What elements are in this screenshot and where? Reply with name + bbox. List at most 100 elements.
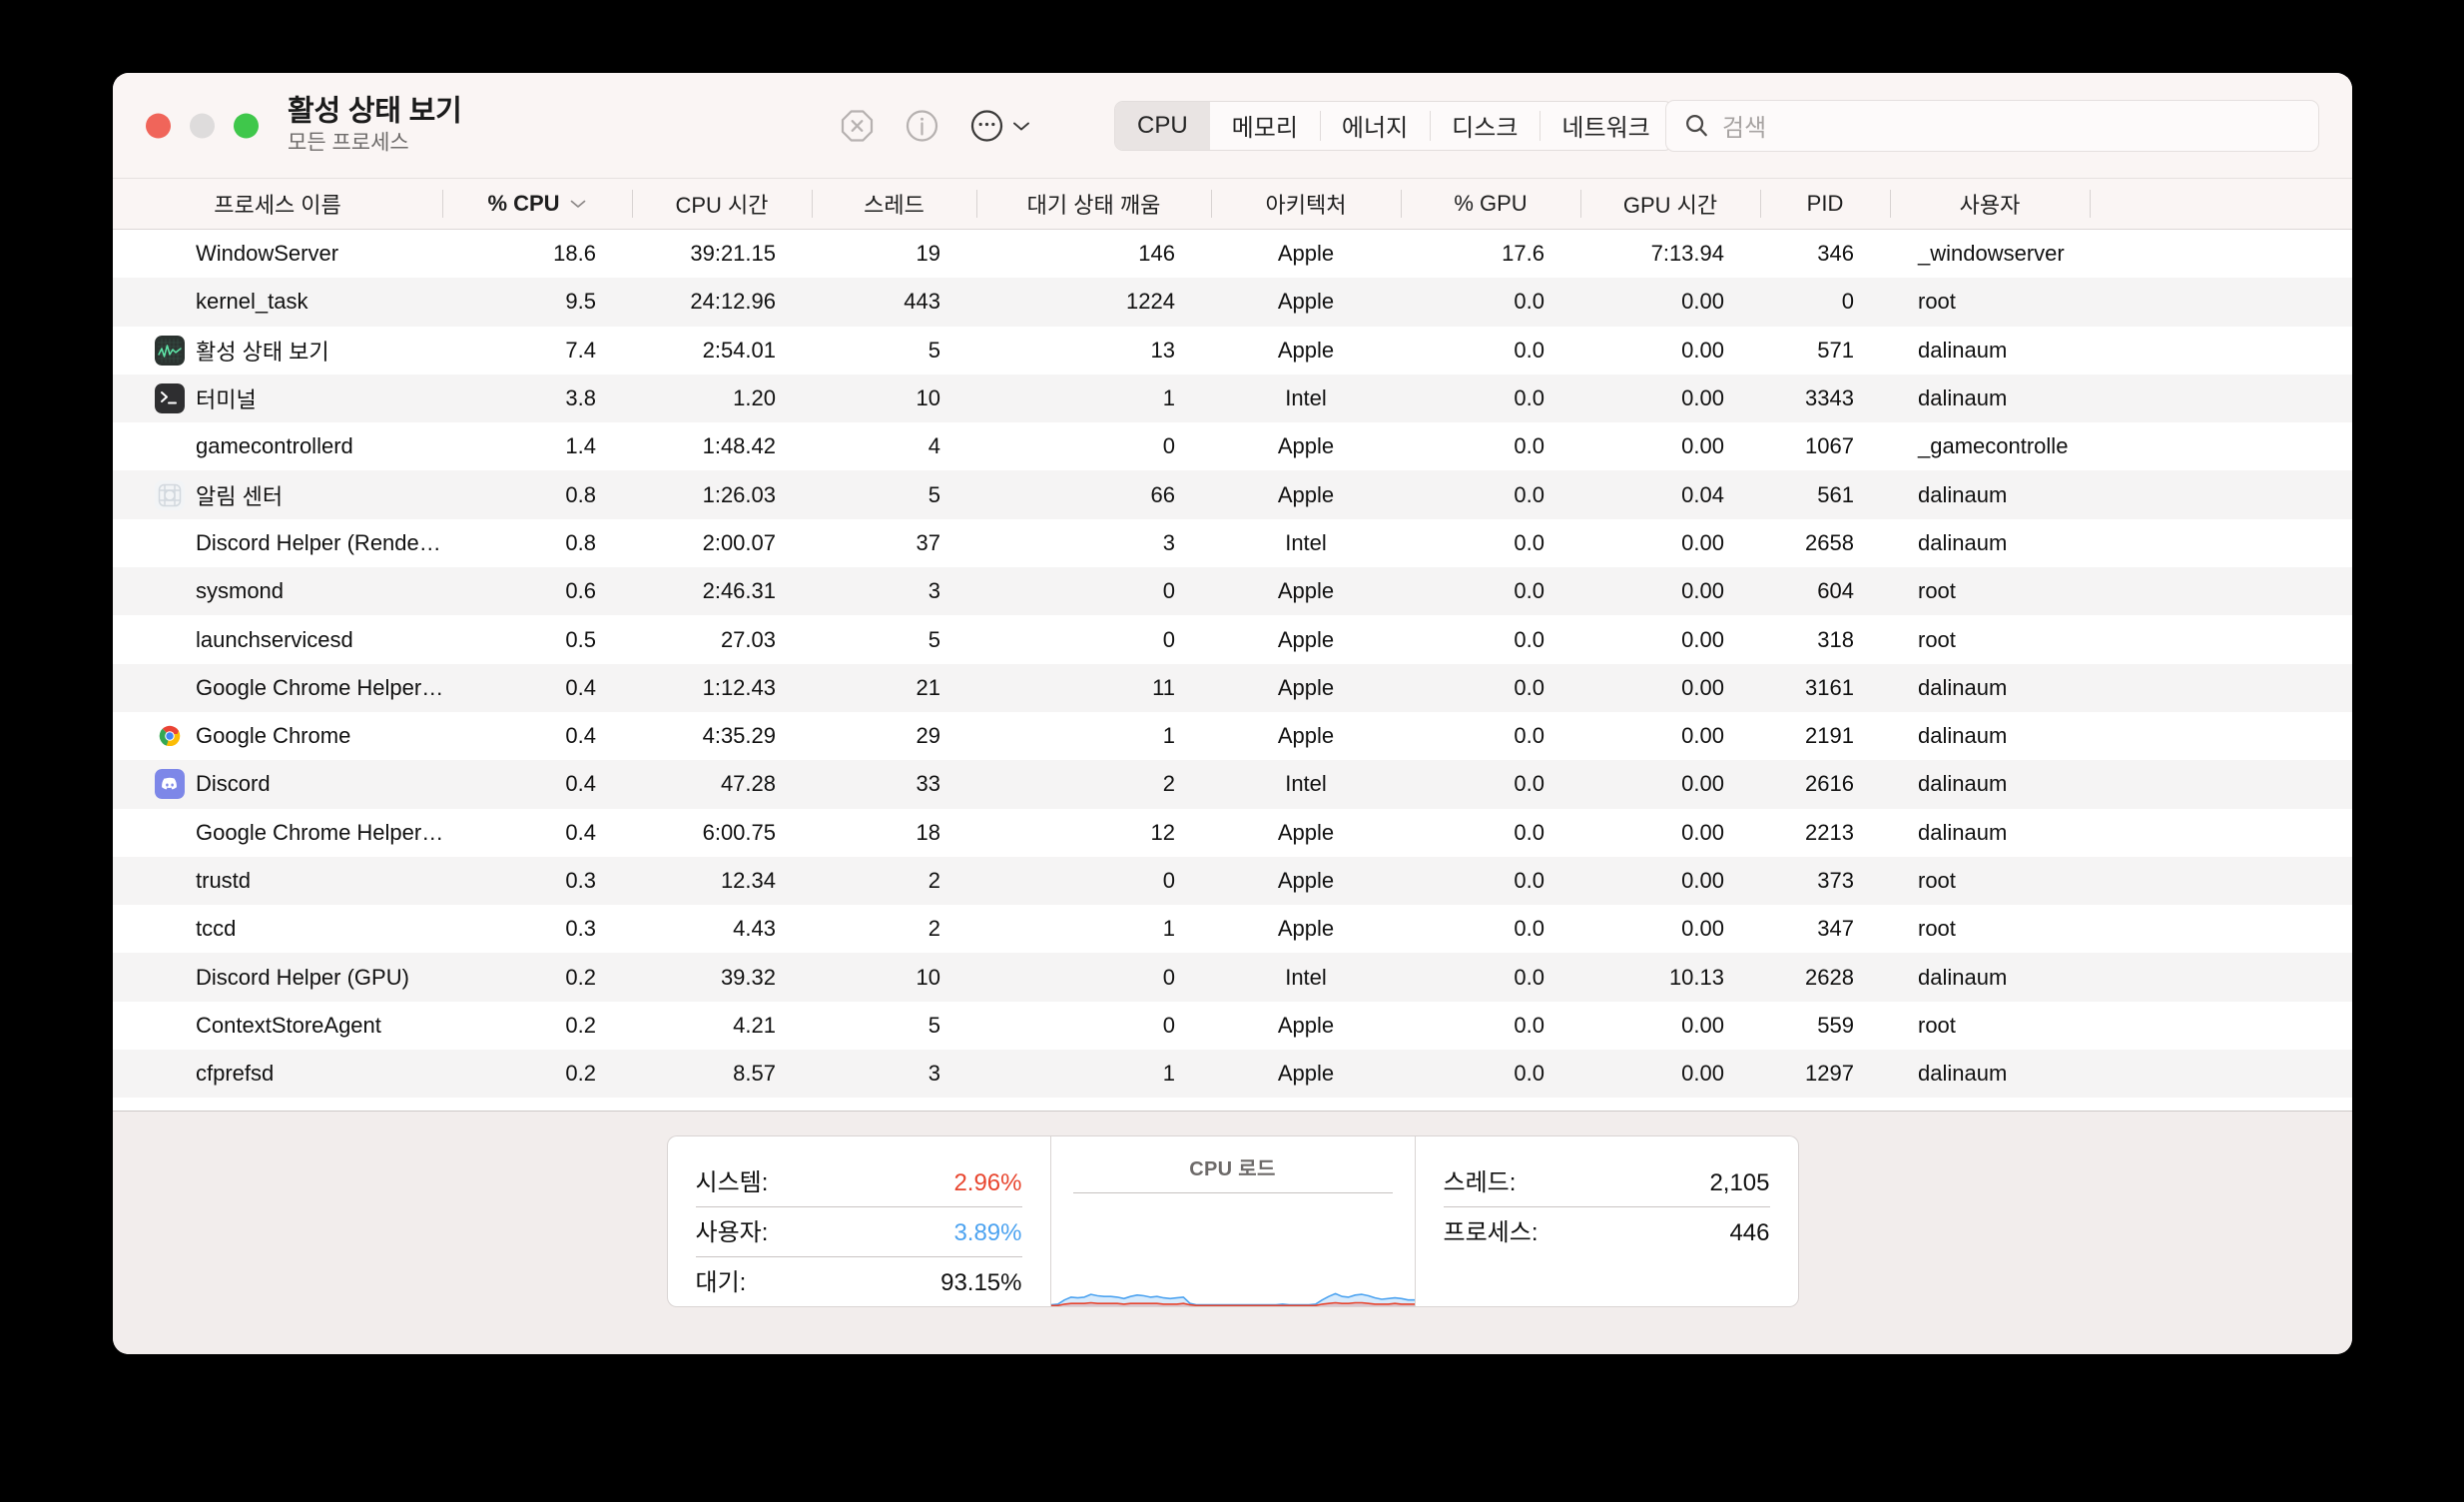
cell-idle-wakeups: 11 bbox=[1152, 674, 1175, 700]
process-name-label: launchservicesd bbox=[196, 626, 353, 652]
cell-gpu-time: 0.00 bbox=[1681, 289, 1724, 315]
cell-idle-wakeups: 66 bbox=[1150, 481, 1175, 507]
icon-placeholder bbox=[155, 287, 185, 317]
cell-cpu-percent: 0.3 bbox=[565, 868, 596, 893]
cell-idle-wakeups: 0 bbox=[1162, 433, 1175, 459]
cell-gpu-time: 0.00 bbox=[1681, 916, 1724, 942]
maximize-window-button[interactable] bbox=[234, 113, 259, 138]
cell-process-name: ContextStoreAgent bbox=[113, 1002, 442, 1050]
cell-cpu-time: 1:48.42 bbox=[702, 433, 776, 459]
tab-cpu[interactable]: CPU bbox=[1115, 101, 1210, 150]
search-field[interactable]: 검색 bbox=[1665, 99, 2319, 152]
table-row[interactable]: Google Chrome Helper… 0.4 6:00.75 18 12 Apple… bbox=[113, 809, 2352, 857]
stat-value-idle: 93.15% bbox=[940, 1269, 1022, 1296]
cell-gpu-time: 0.00 bbox=[1681, 626, 1724, 652]
table-row[interactable]: launchservicesd 0.5 27.03 5 0 Apple 0.0 0.00 318… bbox=[113, 615, 2352, 663]
table-row[interactable]: WindowServer 18.6 39:21.15 19 146 Apple 17.6 7:… bbox=[113, 230, 2352, 278]
cell-gpu-percent: 0.0 bbox=[1514, 1061, 1544, 1087]
cell-cpu-percent: 3.8 bbox=[565, 385, 596, 411]
column-header-gpu[interactable]: % GPU bbox=[1401, 179, 1580, 229]
cell-threads: 5 bbox=[927, 626, 940, 652]
cell-architecture: Intel bbox=[1285, 385, 1327, 411]
cell-architecture: Apple bbox=[1277, 868, 1335, 893]
cell-cpu-percent: 7.4 bbox=[565, 337, 596, 363]
table-row[interactable]: Google Chrome Helper… 0.4 1:12.43 21 11 Apple… bbox=[113, 663, 2352, 712]
cell-pid: 1297 bbox=[1805, 1061, 1854, 1087]
table-row[interactable]: cfprefsd 0.2 8.57 3 1 Apple 0.0 0.00 1297 dalinau… bbox=[113, 1050, 2352, 1099]
window-toolbar: 활성 상태 보기 모든 프로세스 CPU 메모리 에너지 디스크 네트워크 검색 bbox=[113, 73, 2352, 178]
table-column-headers: 프로세스 이름 % CPU CPU 시간 스레드 대기 상태 깨움 아키텍처 %… bbox=[113, 178, 2352, 230]
window-title: 활성 상태 보기 bbox=[288, 95, 462, 128]
search-icon bbox=[1686, 115, 1707, 137]
quit-process-button[interactable] bbox=[839, 107, 876, 144]
cell-cpu-time: 6:00.75 bbox=[702, 819, 776, 845]
process-table[interactable]: WindowServer 18.6 39:21.15 19 146 Apple 17.6 7:… bbox=[113, 230, 2352, 1111]
cell-gpu-time: 0.04 bbox=[1681, 481, 1724, 507]
icon-placeholder bbox=[155, 239, 185, 269]
tab-network[interactable]: 네트워크 bbox=[1540, 102, 1671, 150]
tab-energy[interactable]: 에너지 bbox=[1319, 102, 1430, 150]
table-row[interactable]: 터미널 3.8 1.20 10 1 Intel 0.0 0.00 3343 dalinaum bbox=[113, 374, 2352, 423]
stat-value-user: 3.89% bbox=[953, 1219, 1022, 1246]
column-header-gpu-time[interactable]: GPU 시간 bbox=[1580, 179, 1760, 229]
table-row[interactable]: tccd 0.3 4.43 2 1 Apple 0.0 0.00 347 root bbox=[113, 905, 2352, 953]
terminal-icon bbox=[155, 383, 185, 414]
process-name-label: 알림 센터 bbox=[196, 483, 284, 509]
table-row[interactable]: Discord 0.4 47.28 33 2 Intel 0.0 0.00 2616 dalina… bbox=[113, 760, 2352, 809]
table-row[interactable]: kernel_task 9.5 24:12.96 443 1224 Apple 0.0 0.0… bbox=[113, 278, 2352, 327]
cell-gpu-time: 0.00 bbox=[1681, 385, 1724, 411]
table-row[interactable]: ContextStoreAgent 0.2 4.21 5 0 Apple 0.0 0.00 55… bbox=[113, 1002, 2352, 1050]
table-row[interactable]: Discord Helper (Rende… 0.8 2:00.07 37 3 Intel… bbox=[113, 519, 2352, 567]
table-row[interactable]: Google Chrome 0.4 4:35.29 29 1 Apple 0.0 0.00 21… bbox=[113, 712, 2352, 760]
cell-cpu-time: 4.21 bbox=[733, 1012, 776, 1038]
cell-gpu-percent: 0.0 bbox=[1514, 529, 1544, 555]
cell-cpu-time: 1:12.43 bbox=[702, 674, 776, 700]
column-header-user[interactable]: 사용자 bbox=[1890, 179, 2090, 229]
column-header-name[interactable]: 프로세스 이름 bbox=[113, 179, 442, 229]
column-header-arch[interactable]: 아키텍처 bbox=[1211, 179, 1401, 229]
cell-cpu-percent: 0.2 bbox=[565, 1012, 596, 1038]
cell-idle-wakeups: 1 bbox=[1162, 723, 1175, 749]
cell-cpu-percent: 0.4 bbox=[565, 723, 596, 749]
tab-memory[interactable]: 메모리 bbox=[1210, 102, 1320, 150]
octagon-x-icon bbox=[841, 109, 874, 142]
minimize-window-button[interactable] bbox=[190, 113, 215, 138]
cell-pid: 2616 bbox=[1805, 771, 1854, 797]
cell-user: dalinaum bbox=[1918, 337, 2008, 363]
column-header-pid[interactable]: PID bbox=[1760, 179, 1890, 229]
stat-label-processes: 프로세스: bbox=[1443, 1219, 1539, 1246]
cell-user: root bbox=[1918, 1012, 1956, 1038]
cell-threads: 2 bbox=[927, 868, 940, 893]
cell-architecture: Intel bbox=[1285, 964, 1327, 990]
table-row[interactable]: Discord Helper (GPU) 0.2 39.32 10 0 Intel 0.0 1… bbox=[113, 953, 2352, 1002]
process-name-label: Discord Helper (Rende… bbox=[196, 529, 441, 555]
column-header-cpu[interactable]: % CPU bbox=[442, 179, 632, 229]
cell-cpu-percent: 0.3 bbox=[565, 916, 596, 942]
info-circle-icon bbox=[906, 109, 938, 142]
cpu-dashboard: 시스템: 2.96% 사용자: 3.89% 대기: 93.15% CPU 로드 bbox=[113, 1111, 2352, 1354]
table-row[interactable]: sysmond 0.6 2:46.31 3 0 Apple 0.0 0.00 604 root bbox=[113, 567, 2352, 616]
cell-cpu-percent: 0.5 bbox=[565, 626, 596, 652]
table-row[interactable]: gamecontrollerd 1.4 1:48.42 4 0 Apple 0.0 0.00 1… bbox=[113, 422, 2352, 470]
cell-cpu-time: 27.03 bbox=[720, 626, 776, 652]
more-options-button[interactable] bbox=[968, 107, 1031, 144]
column-header-threads[interactable]: 스레드 bbox=[812, 179, 976, 229]
column-header-cpu-time[interactable]: CPU 시간 bbox=[632, 179, 812, 229]
icon-placeholder bbox=[155, 625, 185, 655]
icon-placeholder bbox=[155, 866, 185, 896]
cell-gpu-percent: 0.0 bbox=[1514, 1012, 1544, 1038]
table-row[interactable]: trustd 0.3 12.34 2 0 Apple 0.0 0.00 373 root bbox=[113, 856, 2352, 906]
cell-pid: 2658 bbox=[1805, 529, 1854, 555]
discord-icon bbox=[155, 769, 185, 800]
cell-gpu-percent: 0.0 bbox=[1514, 771, 1544, 797]
inspect-process-button[interactable] bbox=[904, 107, 940, 144]
column-header-idle-wake[interactable]: 대기 상태 깨움 bbox=[976, 179, 1211, 229]
cell-cpu-time: 2:54.01 bbox=[702, 337, 776, 363]
close-window-button[interactable] bbox=[146, 113, 171, 138]
table-row[interactable]: 알림 센터 0.8 1:26.03 5 66 Apple 0.0 0.04 561 dalinau… bbox=[113, 470, 2352, 519]
table-row[interactable]: 활성 상태 보기 7.4 2:54.01 5 13 Apple 0.0 0.00 571 dali… bbox=[113, 327, 2352, 375]
tab-disk[interactable]: 디스크 bbox=[1430, 102, 1540, 150]
cell-pid: 2213 bbox=[1805, 819, 1854, 845]
cell-process-name: WindowServer bbox=[113, 230, 442, 278]
cell-architecture: Intel bbox=[1285, 529, 1327, 555]
